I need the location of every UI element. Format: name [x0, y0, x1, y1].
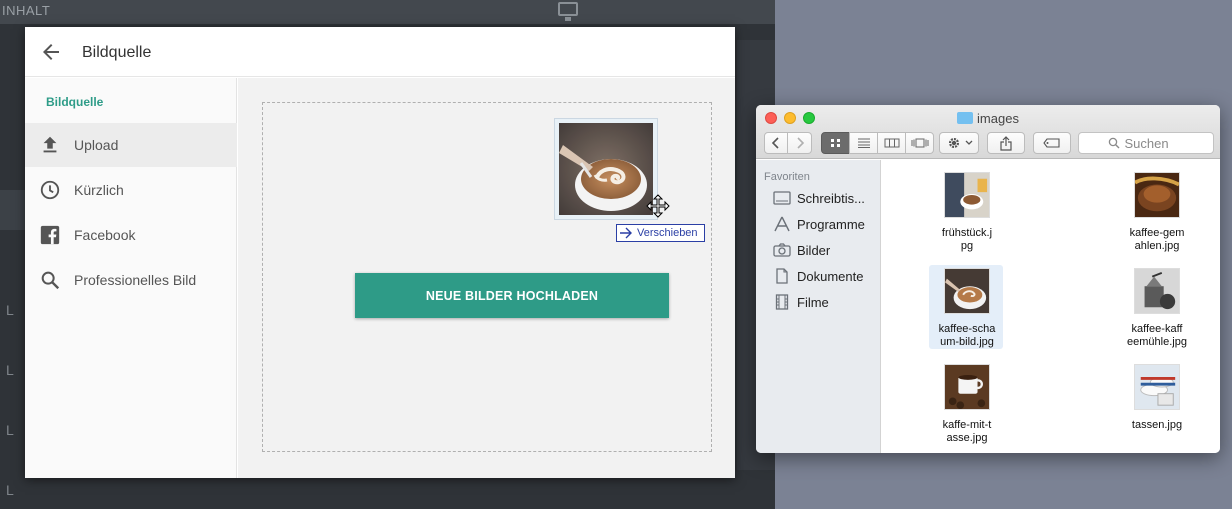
applications-icon — [774, 216, 790, 232]
document-icon — [776, 268, 788, 284]
share-button[interactable] — [987, 132, 1025, 154]
image-source-dialog: Bildquelle Bildquelle Upload Kürzlich Fa… — [25, 27, 735, 478]
tag-icon — [1043, 138, 1060, 148]
sidebar-item-upload[interactable]: Upload — [25, 123, 237, 167]
latte-art-image — [559, 123, 653, 215]
background-topbar-text: INHALT — [2, 3, 51, 18]
forward-nav-button[interactable] — [788, 132, 812, 154]
sidebar-item-facebook[interactable]: Facebook — [25, 213, 237, 257]
sidebar-heading: Bildquelle — [46, 95, 104, 109]
gear-icon — [948, 137, 959, 149]
finder-sidebar-item-documents[interactable]: Dokumente — [756, 264, 881, 288]
favorites-heading: Favoriten — [764, 171, 810, 183]
file-thumbnail — [1134, 268, 1180, 314]
finder-sidebar: Favoriten Schreibtis... Programme Bilder… — [756, 160, 881, 453]
back-nav-button[interactable] — [764, 132, 788, 154]
finder-sidebar-label: Programme — [797, 216, 865, 232]
search-icon — [41, 271, 60, 290]
sidebar-item-label: Upload — [74, 137, 119, 153]
finder-sidebar-label: Dokumente — [797, 268, 864, 284]
upload-area: NEUE BILDER HOCHLADEN — [238, 78, 735, 478]
chevron-down-icon — [965, 140, 972, 145]
file-thumbnail — [1134, 172, 1180, 218]
search-icon — [1108, 137, 1119, 149]
sidebar-item-label: Facebook — [74, 227, 136, 243]
sidebar-item-recent[interactable]: Kürzlich — [25, 168, 237, 212]
file-name: kaffee-gem ahlen.jpg — [1129, 227, 1185, 252]
view-columns-button[interactable] — [877, 132, 906, 154]
file-item-kaffe-mit-tasse[interactable]: kaffe-mit-t asse.jpg — [927, 364, 1007, 445]
finder-sidebar-label: Filme — [797, 294, 829, 310]
file-name: kaffee-kaff eemühle.jpg — [1127, 323, 1187, 348]
action-menu-button[interactable] — [939, 132, 979, 154]
file-name: kaffee-scha um-bild.jpg — [938, 323, 996, 348]
columns-icon — [884, 138, 899, 148]
file-name: kaffe-mit-t asse.jpg — [942, 419, 992, 444]
finder-sidebar-item-pictures[interactable]: Bilder — [756, 238, 881, 262]
dragged-image-preview — [554, 118, 658, 220]
desktop-icon — [773, 191, 791, 205]
file-item-kaffee-gemahlen[interactable]: kaffee-gem ahlen.jpg — [1117, 172, 1197, 253]
list-icon — [857, 138, 870, 148]
tags-button[interactable] — [1033, 132, 1071, 154]
file-thumbnail — [1134, 364, 1180, 410]
drag-tooltip: Verschieben — [616, 224, 705, 242]
clock-icon — [40, 180, 60, 200]
file-item-tassen[interactable]: tassen.jpg — [1117, 364, 1197, 432]
drag-tooltip-label: Verschieben — [637, 227, 698, 239]
dialog-title: Bildquelle — [82, 44, 152, 61]
arrow-right-icon — [620, 227, 632, 239]
background-letters: L L L L — [6, 302, 14, 498]
sidebar-item-professional-image[interactable]: Professionelles Bild — [25, 258, 237, 302]
finder-sidebar-item-desktop[interactable]: Schreibtis... — [756, 186, 881, 210]
finder-sidebar-label: Schreibtis... — [797, 190, 865, 206]
coverflow-icon — [911, 138, 928, 148]
view-icons-button[interactable] — [821, 132, 850, 154]
arrow-left-icon — [43, 44, 59, 60]
film-icon — [775, 294, 789, 310]
file-item-fruehstueck[interactable]: frühstück.j pg — [927, 172, 1007, 253]
background-panel — [0, 190, 25, 230]
file-name: frühstück.j pg — [941, 227, 993, 252]
view-list-button[interactable] — [849, 132, 878, 154]
file-thumbnail — [944, 172, 990, 218]
finder-toolbar: images — [756, 105, 1220, 159]
chevron-left-icon — [771, 137, 779, 149]
upload-new-images-button[interactable]: NEUE BILDER HOCHLADEN — [355, 273, 669, 318]
view-coverflow-button[interactable] — [905, 132, 934, 154]
file-name: tassen.jpg — [1131, 419, 1183, 431]
finder-sidebar-label: Bilder — [797, 242, 831, 258]
sidebar-item-label: Kürzlich — [74, 182, 124, 198]
chevron-right-icon — [796, 137, 804, 149]
upload-icon — [43, 136, 57, 153]
finder-title-text: images — [977, 111, 1019, 126]
background-topbar: INHALT — [0, 0, 775, 24]
camera-icon — [773, 243, 791, 257]
file-item-kaffee-kaffeemuehle[interactable]: kaffee-kaff eemühle.jpg — [1117, 268, 1197, 349]
finder-sidebar-item-applications[interactable]: Programme — [756, 212, 881, 236]
file-thumbnail — [944, 268, 990, 314]
search-input[interactable] — [1124, 135, 1185, 151]
finder-title: images — [756, 111, 1220, 126]
monitor-icon — [558, 2, 578, 21]
facebook-icon — [40, 225, 60, 245]
dialog-header: Bildquelle — [25, 27, 735, 77]
file-thumbnail — [944, 364, 990, 410]
move-cursor-icon — [646, 194, 670, 218]
folder-icon — [957, 112, 974, 124]
dialog-sidebar: Bildquelle Upload Kürzlich Facebook Prof… — [25, 78, 237, 478]
finder-window: images Suchen Favoriten Schreibtis... Pr… — [756, 105, 1220, 453]
finder-file-grid: frühstück.j pg kaffee-gem ahlen.jpg kaffee… — [882, 160, 1220, 453]
back-button[interactable] — [39, 40, 63, 64]
share-icon — [1000, 135, 1012, 151]
sidebar-item-label: Professionelles Bild — [74, 272, 197, 288]
grid-icon — [830, 139, 840, 147]
file-item-kaffee-schaum-bild[interactable]: kaffee-scha um-bild.jpg — [927, 265, 1007, 349]
finder-sidebar-item-movies[interactable]: Filme — [756, 290, 881, 314]
finder-search-field[interactable] — [1078, 132, 1214, 154]
